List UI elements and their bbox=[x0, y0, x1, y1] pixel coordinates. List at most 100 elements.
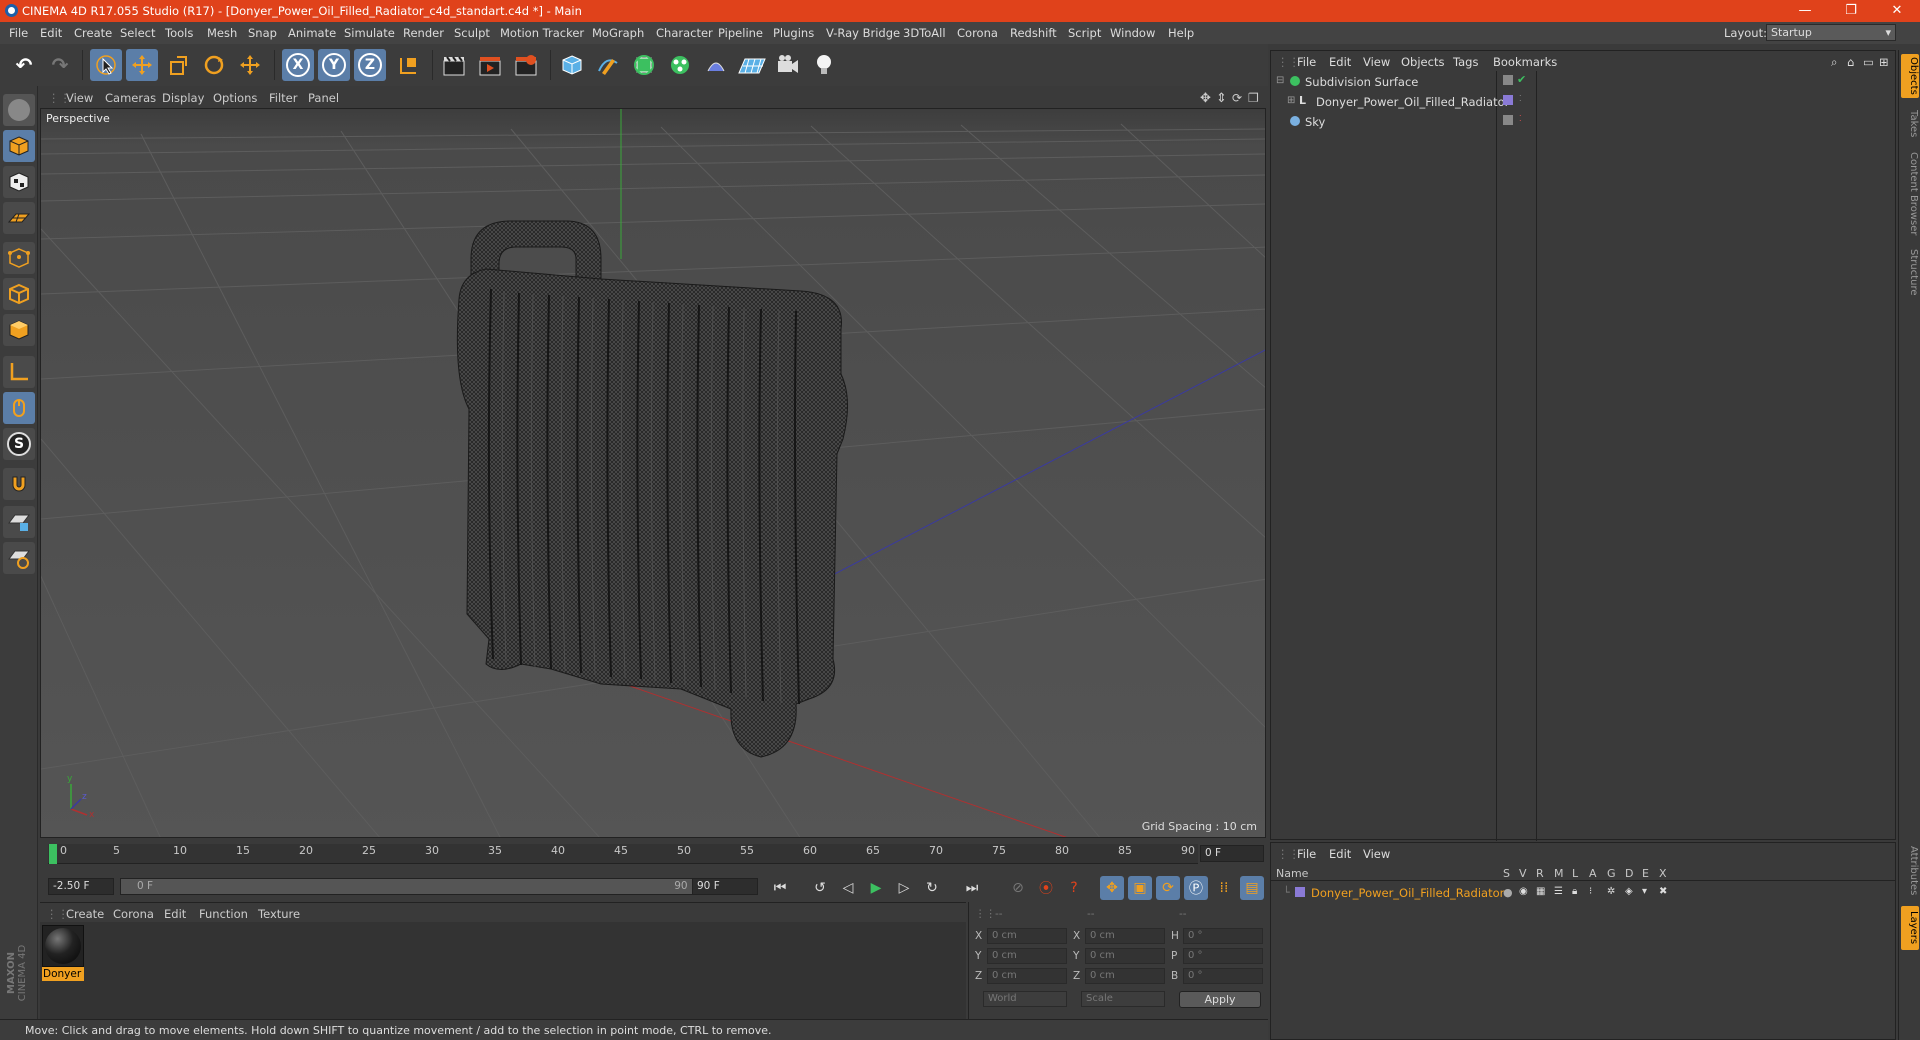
menu-corona[interactable]: Corona bbox=[957, 26, 998, 40]
recent-tool[interactable] bbox=[234, 49, 266, 81]
add-cloner-button[interactable] bbox=[664, 49, 696, 81]
play-button[interactable]: ▶ bbox=[864, 876, 888, 900]
layer-menu-file[interactable]: File bbox=[1297, 847, 1316, 861]
expand-icon[interactable]: ⊞ bbox=[1879, 55, 1889, 69]
menu-script[interactable]: Script bbox=[1068, 26, 1101, 40]
add-light-button[interactable] bbox=[808, 49, 840, 81]
menu-plugins[interactable]: Plugins bbox=[773, 26, 814, 40]
make-editable-button[interactable] bbox=[3, 94, 35, 126]
visibility-editor-icon[interactable] bbox=[1503, 75, 1513, 85]
menu-motion-tracker[interactable]: Motion Tracker bbox=[500, 26, 584, 40]
layer-color-swatch[interactable] bbox=[1295, 887, 1305, 897]
viewport-menu-display[interactable]: Display bbox=[162, 91, 204, 105]
menu-pipeline[interactable]: Pipeline bbox=[718, 26, 763, 40]
key-pla-icon[interactable]: ⁞⁞ bbox=[1212, 876, 1236, 900]
eye-icon[interactable]: ◉ bbox=[1519, 886, 1528, 897]
solo-icon[interactable]: ● bbox=[1503, 886, 1513, 899]
snap-button[interactable]: S bbox=[3, 428, 35, 460]
object-menu-edit[interactable]: Edit bbox=[1329, 55, 1351, 69]
position-z-field[interactable]: 0 cm bbox=[987, 968, 1067, 984]
menu-mograph[interactable]: MoGraph bbox=[592, 26, 644, 40]
menu-tools[interactable]: Tools bbox=[165, 26, 193, 40]
go-to-start-button[interactable]: ⏮ bbox=[768, 876, 792, 900]
rotation-p-field[interactable]: 0 ° bbox=[1183, 948, 1263, 964]
key-scale-icon[interactable]: ▣ bbox=[1128, 876, 1152, 900]
home-icon[interactable]: ⌂ bbox=[1847, 55, 1854, 69]
object-menu-view[interactable]: View bbox=[1363, 55, 1390, 69]
add-spline-button[interactable] bbox=[592, 49, 624, 81]
add-deformer-button[interactable] bbox=[700, 49, 732, 81]
scale-tool[interactable] bbox=[162, 49, 194, 81]
layer-color-icon[interactable] bbox=[1503, 95, 1513, 105]
menu-file[interactable]: File bbox=[9, 26, 28, 40]
apply-button[interactable]: Apply bbox=[1179, 991, 1261, 1008]
model-mode-button[interactable] bbox=[3, 130, 35, 162]
menu-animate[interactable]: Animate bbox=[288, 26, 336, 40]
next-frame-button[interactable]: ▷ bbox=[892, 876, 916, 900]
record-keyframes-icon[interactable]: ⊘ bbox=[1006, 876, 1030, 900]
live-selection-tool[interactable] bbox=[90, 49, 122, 81]
collapse-toggle-icon[interactable]: ⊟ bbox=[1276, 75, 1284, 86]
texture-mode-button[interactable] bbox=[3, 166, 35, 198]
menu-select[interactable]: Select bbox=[120, 26, 155, 40]
visibility-dots-icon[interactable]: ⁚ bbox=[1519, 114, 1522, 123]
rotate-tool[interactable] bbox=[198, 49, 230, 81]
workplane-rotate-button[interactable] bbox=[3, 542, 35, 574]
points-mode-button[interactable] bbox=[3, 242, 35, 274]
preview-range-slider[interactable]: 0 F 90 F bbox=[120, 878, 708, 895]
viewport-maximize-icon[interactable]: ❐ bbox=[1248, 91, 1259, 105]
previous-frame-button[interactable]: ◁ bbox=[836, 876, 860, 900]
current-frame-field[interactable]: 0 F bbox=[1200, 845, 1264, 862]
visibility-dots-icon[interactable]: ⁚ bbox=[1519, 94, 1522, 103]
move-tool[interactable] bbox=[126, 49, 158, 81]
coordinate-system-button[interactable] bbox=[392, 49, 424, 81]
menu-snap[interactable]: Snap bbox=[248, 26, 277, 40]
layer-menu-edit[interactable]: Edit bbox=[1329, 847, 1351, 861]
rotation-b-field[interactable]: 0 ° bbox=[1183, 968, 1263, 984]
visibility-editor-icon[interactable] bbox=[1503, 115, 1513, 125]
x-axis-lock[interactable]: X bbox=[282, 49, 314, 81]
rotation-h-field[interactable]: 0 ° bbox=[1183, 928, 1263, 944]
previous-key-button[interactable]: ↺ bbox=[808, 876, 832, 900]
render-to-picture-viewer-button[interactable] bbox=[474, 49, 506, 81]
material-menu-create[interactable]: Create bbox=[66, 907, 104, 921]
polygons-mode-button[interactable] bbox=[3, 314, 35, 346]
layout-dropdown[interactable]: Startup ▾ bbox=[1766, 24, 1896, 41]
viewport-move-icon[interactable]: ✥ bbox=[1200, 91, 1211, 106]
generator-icon[interactable]: ✲ bbox=[1607, 886, 1615, 897]
coordinate-space-dropdown[interactable]: World bbox=[983, 991, 1067, 1007]
render-icon[interactable]: ▦ bbox=[1536, 886, 1545, 897]
animation-icon[interactable]: ⁝ bbox=[1589, 886, 1592, 897]
xref-icon[interactable]: ✖ bbox=[1659, 886, 1667, 897]
render-view-button[interactable] bbox=[438, 49, 470, 81]
tab-structure[interactable]: Structure bbox=[1901, 244, 1919, 300]
search-icon[interactable]: ⌕ bbox=[1831, 55, 1837, 70]
material-menu-edit[interactable]: Edit bbox=[164, 907, 186, 921]
render-settings-button[interactable] bbox=[510, 49, 542, 81]
key-position-icon[interactable]: ✥ bbox=[1100, 876, 1124, 900]
menu-vray-bridge[interactable]: V-Ray Bridge bbox=[826, 26, 900, 40]
timeline-window-icon[interactable]: ▤ bbox=[1240, 876, 1264, 900]
menu-3dtoall[interactable]: 3DToAll bbox=[903, 26, 946, 40]
expression-icon[interactable]: ▾ bbox=[1642, 886, 1647, 897]
object-row[interactable]: Sky ⁚ bbox=[1271, 111, 1895, 131]
go-to-end-button[interactable]: ⏭ bbox=[960, 876, 984, 900]
object-menu-objects[interactable]: Objects bbox=[1401, 55, 1444, 69]
key-rotation-icon[interactable]: ⟳ bbox=[1156, 876, 1180, 900]
add-camera-button[interactable] bbox=[772, 49, 804, 81]
size-x-field[interactable]: 0 cm bbox=[1085, 928, 1165, 944]
collapse-icon[interactable]: ▭ bbox=[1863, 55, 1874, 69]
tweak-mode-button[interactable] bbox=[3, 392, 35, 424]
tab-takes[interactable]: Takes bbox=[1901, 104, 1919, 144]
autokey-icon[interactable]: ⦿ bbox=[1034, 876, 1058, 900]
axis-mode-button[interactable] bbox=[3, 356, 35, 388]
material-menu-texture[interactable]: Texture bbox=[258, 907, 300, 921]
preview-start-field[interactable]: -2.50 F bbox=[48, 878, 114, 895]
minimize-button[interactable]: — bbox=[1782, 0, 1828, 22]
lock-icon[interactable]: 🔒︎ bbox=[1572, 886, 1577, 897]
workplane-lock-button[interactable] bbox=[3, 506, 35, 538]
object-row[interactable]: ⊟ Subdivision Surface ✔ bbox=[1271, 71, 1895, 91]
material-swatch[interactable]: Donyer bbox=[42, 925, 84, 981]
viewport-menu-panel[interactable]: Panel bbox=[308, 91, 339, 105]
object-row[interactable]: ⊞ L Donyer_Power_Oil_Filled_Radiator ⁚ bbox=[1271, 91, 1895, 111]
